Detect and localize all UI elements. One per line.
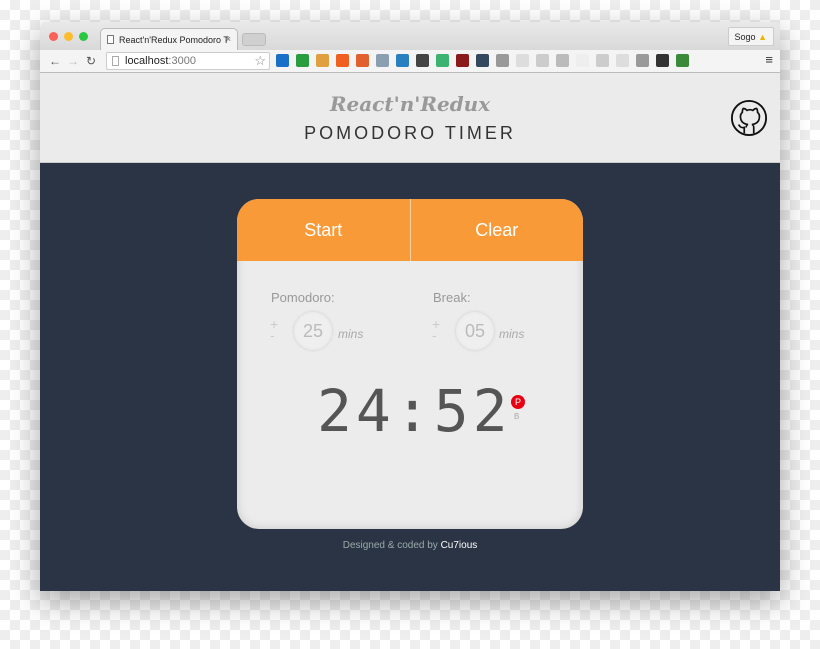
tab-close-icon[interactable]: × — [226, 34, 231, 44]
extension-icon[interactable] — [516, 54, 529, 67]
pomodoro-stepper[interactable]: + - — [270, 317, 278, 343]
timer-card: Start Clear Pomodoro: + - 25 mins Break: … — [237, 199, 583, 529]
pomodoro-mode-indicator: P — [511, 395, 525, 409]
browser-toolbar: ← → ↻ localhost:3000 ☆ ≡ — [40, 50, 780, 73]
bookmark-star-icon[interactable]: ☆ — [254, 53, 266, 69]
pomodoro-unit: mins — [338, 327, 364, 341]
url-port: :3000 — [168, 55, 196, 67]
reload-icon[interactable]: ↻ — [82, 54, 100, 68]
warning-icon: ▲ — [758, 32, 767, 42]
extension-icon[interactable] — [296, 54, 309, 67]
footer: Designed & coded by Cu7ious — [40, 540, 780, 551]
new-tab-button[interactable] — [242, 33, 266, 46]
footer-text: Designed & coded by — [342, 540, 441, 551]
app-title: POMODORO TIMER — [304, 123, 516, 143]
extension-icon[interactable] — [536, 54, 549, 67]
author-link[interactable]: Cu7ious — [441, 540, 478, 551]
extension-icon[interactable] — [376, 54, 389, 67]
minus-icon[interactable]: - — [432, 327, 437, 343]
page-icon — [112, 56, 119, 66]
break-unit: mins — [499, 327, 525, 341]
url-host: localhost — [125, 55, 169, 67]
profile-name: Sogo — [734, 32, 756, 42]
browser-tab[interactable]: React'n'Redux Pomodoro T × — [100, 28, 238, 50]
extension-icon[interactable] — [616, 54, 629, 67]
break-label: Break: — [433, 290, 471, 305]
extension-icon[interactable] — [636, 54, 649, 67]
extension-icon[interactable] — [316, 54, 329, 67]
minus-icon[interactable]: - — [270, 327, 275, 343]
extension-icon[interactable] — [336, 54, 349, 67]
close-window-icon[interactable] — [49, 32, 58, 41]
github-icon[interactable] — [730, 99, 768, 137]
minimize-window-icon[interactable] — [64, 32, 73, 41]
extension-icon[interactable] — [496, 54, 509, 67]
pomodoro-label: Pomodoro: — [271, 290, 335, 305]
break-stepper[interactable]: + - — [432, 317, 440, 343]
page-icon — [107, 35, 114, 44]
extension-icon[interactable] — [556, 54, 569, 67]
extension-icon[interactable] — [656, 54, 669, 67]
extensions — [276, 54, 689, 67]
extension-icon[interactable] — [436, 54, 449, 67]
extension-icon[interactable] — [396, 54, 409, 67]
timer-display: 24:52 — [317, 377, 512, 445]
maximize-window-icon[interactable] — [79, 32, 88, 41]
extension-icon[interactable] — [276, 54, 289, 67]
extension-icon[interactable] — [576, 54, 589, 67]
app-header: React'n'Redux POMODORO TIMER — [40, 73, 780, 163]
browser-window: React'n'Redux Pomodoro T × Sogo ▲ ← → ↻ … — [40, 22, 780, 591]
address-bar[interactable]: localhost:3000 ☆ — [106, 52, 270, 70]
menu-icon[interactable]: ≡ — [765, 52, 773, 67]
extension-icon[interactable] — [476, 54, 489, 67]
forward-icon[interactable]: → — [64, 54, 82, 68]
extension-icon[interactable] — [416, 54, 429, 67]
extension-icon[interactable] — [596, 54, 609, 67]
break-mode-indicator: B — [514, 412, 520, 421]
main-area: Start Clear Pomodoro: + - 25 mins Break: … — [40, 163, 780, 591]
extension-icon[interactable] — [356, 54, 369, 67]
clear-button[interactable]: Clear — [409, 199, 584, 261]
pomodoro-value: 25 — [294, 312, 332, 350]
tab-title: React'n'Redux Pomodoro T — [119, 35, 229, 45]
start-button[interactable]: Start — [237, 199, 410, 261]
extension-icon[interactable] — [676, 54, 689, 67]
tab-bar: React'n'Redux Pomodoro T × Sogo ▲ — [40, 22, 780, 50]
extension-icon[interactable] — [456, 54, 469, 67]
back-icon[interactable]: ← — [46, 54, 64, 68]
break-value: 05 — [456, 312, 494, 350]
profile-button[interactable]: Sogo ▲ — [727, 27, 774, 46]
app-subtitle: React'n'Redux — [329, 92, 491, 116]
